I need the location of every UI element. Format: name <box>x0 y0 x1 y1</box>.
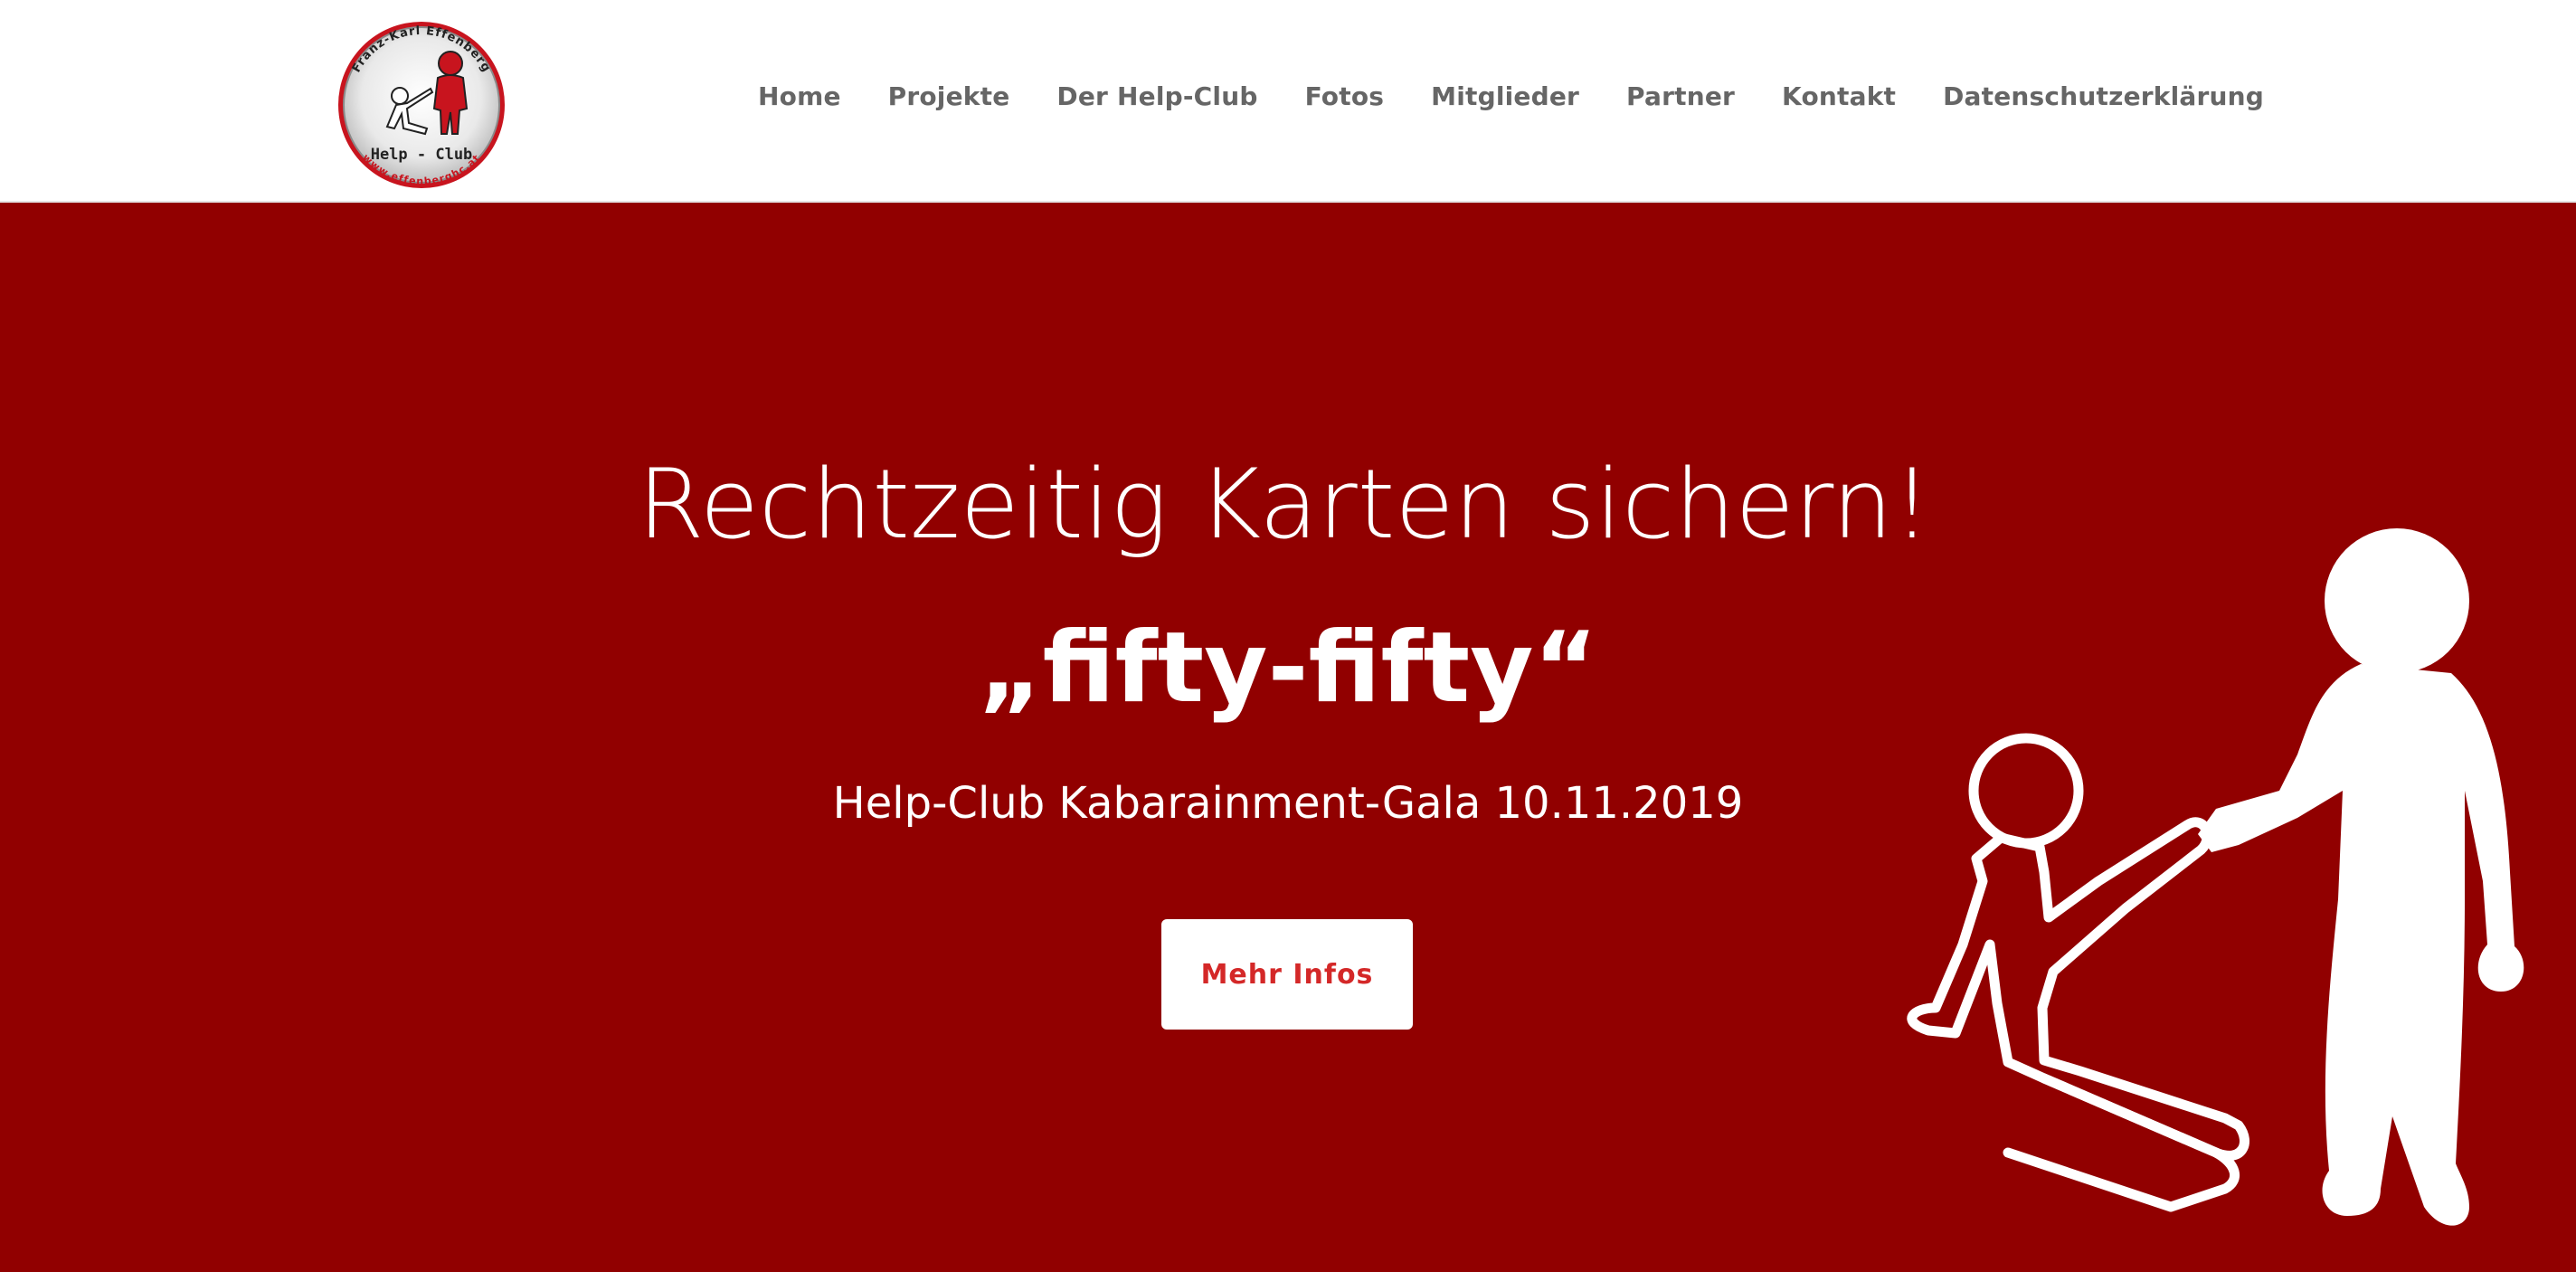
nav-item-datenschutzerklaerung[interactable]: Datenschutzerklärung <box>1943 81 2264 111</box>
hero-section: Rechtzeitig Karten sichern! „fifty-fifty… <box>0 203 2576 1272</box>
hero-headline-text: Rechtzeitig Karten sichern! <box>637 449 1932 560</box>
nav-item-home[interactable]: Home <box>758 81 841 111</box>
helping-hand-figures-icon <box>1907 528 2524 1226</box>
more-info-button[interactable]: Mehr Infos <box>1161 919 1413 1030</box>
nav-item-kontakt[interactable]: Kontakt <box>1782 81 1896 111</box>
main-nav: Home Projekte Der Help-Club Fotos Mitgli… <box>758 81 2264 111</box>
logo-center-text: Help - Club <box>371 146 473 164</box>
nav-item-fotos[interactable]: Fotos <box>1305 81 1385 111</box>
site-header: Franz-Karl Effenberg Help - Club www.eff… <box>0 0 2576 203</box>
site-logo[interactable]: Franz-Karl Effenberg Help - Club www.eff… <box>331 14 512 195</box>
logo-badge-icon: Franz-Karl Effenberg Help - Club www.eff… <box>338 22 505 188</box>
nav-item-mitglieder[interactable]: Mitglieder <box>1431 81 1579 111</box>
nav-item-projekte[interactable]: Projekte <box>888 81 1010 111</box>
nav-item-partner[interactable]: Partner <box>1626 81 1735 111</box>
nav-item-der-help-club[interactable]: Der Help-Club <box>1056 81 1257 111</box>
